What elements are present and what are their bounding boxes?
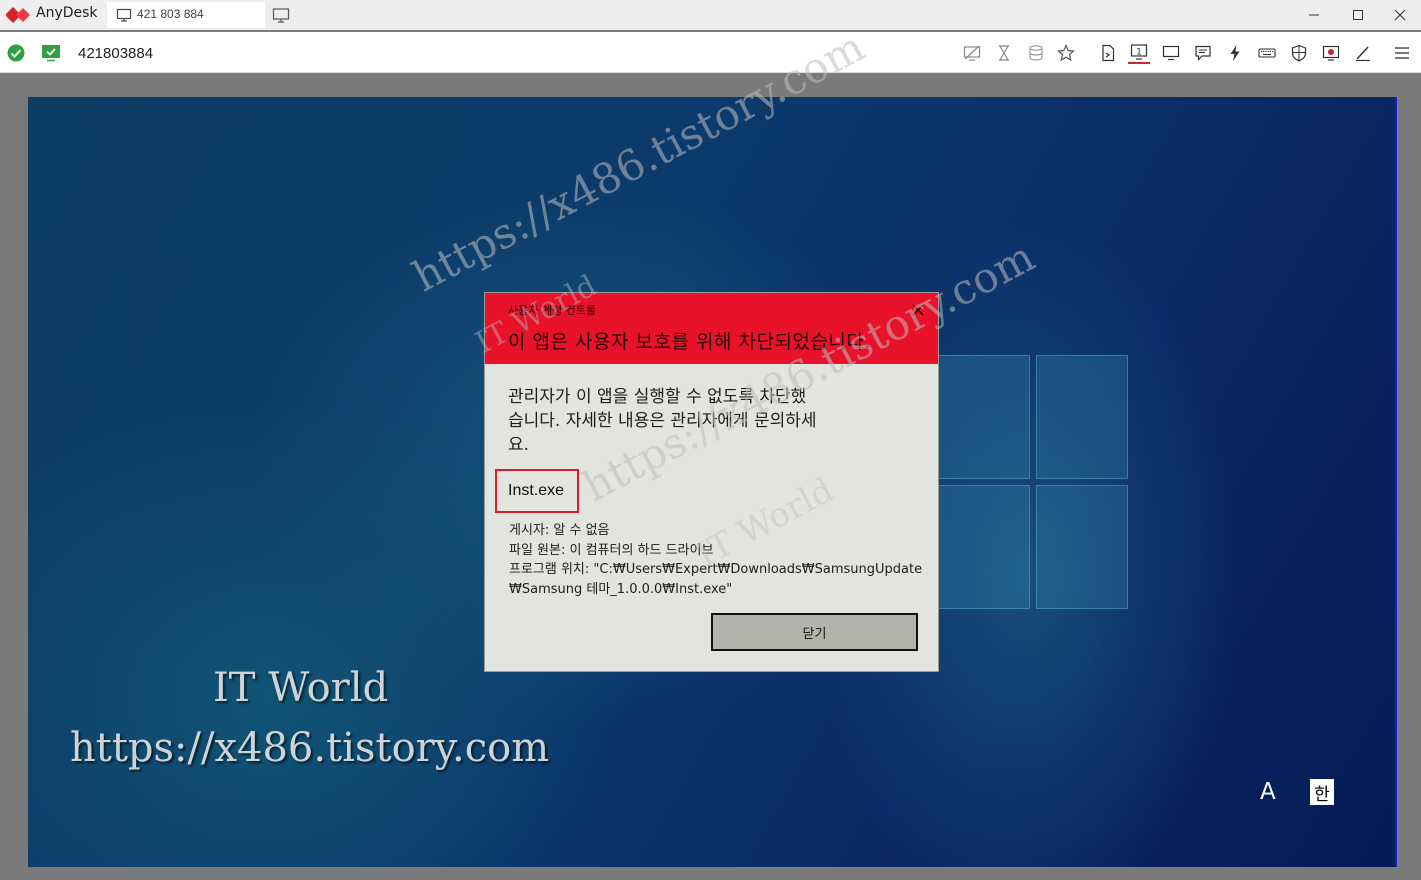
remote-screen-status-icon <box>42 45 60 62</box>
close-icon <box>1394 9 1406 21</box>
file-name: Inst.exe <box>508 482 565 499</box>
maximize-icon <box>1353 10 1363 20</box>
toolbar-record[interactable] <box>1320 42 1342 64</box>
menu-icon <box>1395 47 1409 59</box>
app-name: AnyDesk <box>36 5 98 21</box>
lightning-icon <box>1230 45 1240 61</box>
record-icon <box>1322 45 1340 61</box>
toolbar-view-hidden[interactable] <box>961 42 983 64</box>
toolbar-display-1[interactable]: 1 <box>1128 42 1150 64</box>
hourglass-icon <box>999 45 1009 61</box>
close-button[interactable]: 닫기 <box>711 613 918 651</box>
view-hidden-icon <box>963 45 981 61</box>
new-session-icon[interactable] <box>272 6 290 24</box>
file-transfer-icon <box>1102 44 1115 62</box>
watermark-url: https://x486.tistory.com <box>70 725 550 771</box>
minimize-icon <box>1309 14 1319 16</box>
toolbar-keyboard[interactable] <box>1256 42 1278 64</box>
maximize-button[interactable] <box>1336 0 1380 30</box>
tab-session[interactable]: 421 803 884 <box>107 2 265 28</box>
keyboard-icon <box>1258 48 1276 58</box>
address-input[interactable] <box>70 40 386 66</box>
ime-language-indicator[interactable]: 한 <box>1310 779 1334 805</box>
star-icon <box>1057 44 1075 62</box>
anydesk-logo-icon <box>6 7 30 23</box>
watermark-title: IT World <box>213 665 389 711</box>
connection-ok-icon <box>7 44 25 62</box>
toolbar-chat[interactable] <box>1192 42 1214 64</box>
pen-icon <box>1356 46 1370 62</box>
address-bar: 1 <box>0 32 1421 73</box>
shield-icon <box>1291 44 1307 62</box>
remote-screen-edge <box>1395 97 1397 867</box>
toolbar-actions[interactable] <box>1224 42 1246 64</box>
toolbar-whiteboard[interactable] <box>1352 42 1374 64</box>
title-bar: AnyDesk 421 803 884 <box>0 0 1421 30</box>
database-icon <box>1029 45 1043 61</box>
ime-mode-indicator[interactable]: A <box>1260 779 1276 805</box>
toolbar-database[interactable] <box>1025 42 1047 64</box>
display-1-icon: 1 <box>1130 44 1148 60</box>
toolbar-menu[interactable] <box>1391 42 1413 64</box>
toolbar-file-transfer[interactable] <box>1097 42 1119 64</box>
windows-wallpaper-logo <box>938 355 1128 615</box>
toolbar-hourglass[interactable] <box>993 42 1015 64</box>
toolbar-monitor[interactable] <box>1160 42 1182 64</box>
toolbar-favorite[interactable] <box>1055 42 1077 64</box>
file-name-highlight: Inst.exe <box>495 469 579 513</box>
minimize-button[interactable] <box>1292 0 1336 30</box>
tab-label: 421 803 884 <box>137 7 204 21</box>
toolbar-permissions[interactable] <box>1288 42 1310 64</box>
program-location-text: ₩Samsung 테마_1.0.0.0₩Inst.exe" <box>509 581 733 597</box>
monitor-icon <box>1162 45 1180 61</box>
svg-text:1: 1 <box>1136 48 1142 58</box>
close-window-button[interactable] <box>1378 0 1421 30</box>
chat-icon <box>1195 45 1211 61</box>
monitor-icon <box>116 8 132 22</box>
